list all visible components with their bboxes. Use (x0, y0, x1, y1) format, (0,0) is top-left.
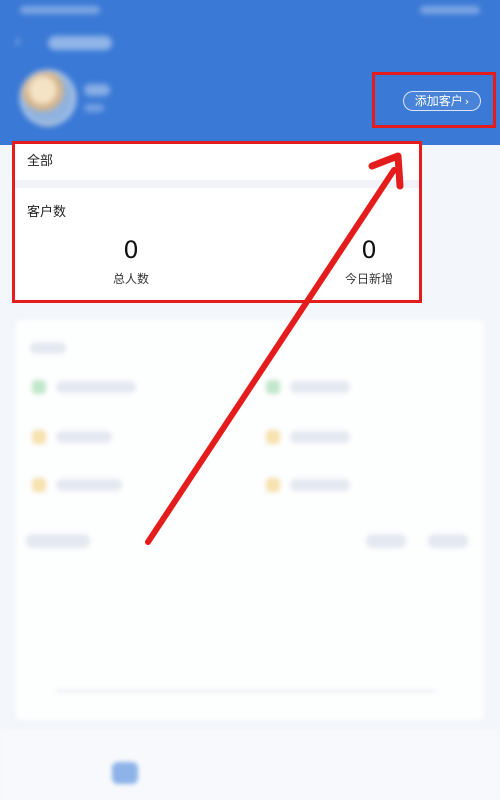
blurred-item (56, 431, 112, 443)
blurred-filter (366, 534, 406, 548)
screen: ‹ 添加客户 › 全部 客户数 0 总人数 0 今日新增 (0, 0, 500, 800)
blurred-icon (32, 380, 46, 394)
add-customer-button[interactable]: 添加客户 › (403, 91, 481, 111)
stat-today-value: 0 (361, 236, 377, 264)
status-right (420, 6, 480, 14)
blurred-item (290, 431, 350, 443)
avatar[interactable] (20, 70, 76, 126)
blurred-item (56, 479, 122, 491)
stat-total: 0 总人数 (91, 236, 171, 287)
nav-home-icon[interactable] (112, 762, 138, 784)
bottom-nav (0, 730, 500, 800)
blurred-filter (428, 534, 468, 548)
stat-today-label: 今日新增 (344, 272, 393, 286)
blurred-heading (30, 342, 66, 354)
blurred-icon (266, 380, 280, 394)
blurred-icon (32, 430, 46, 444)
customer-count-title: 客户数 (27, 205, 67, 220)
page-title (48, 36, 112, 50)
blurred-item (290, 381, 350, 393)
blurred-section-title (26, 534, 90, 548)
blurred-item (56, 381, 136, 393)
stat-total-value: 0 (123, 236, 139, 264)
blurred-icon (266, 430, 280, 444)
tab-all[interactable]: 全部 (27, 150, 53, 169)
blurred-axis (56, 690, 436, 692)
blurred-icon (266, 478, 280, 492)
back-arrow-icon[interactable]: ‹ (14, 33, 30, 51)
stat-today: 0 今日新增 (329, 236, 409, 287)
status-left (20, 6, 100, 14)
customer-summary-card: 全部 客户数 0 总人数 0 今日新增 (12, 141, 422, 303)
add-customer-label: 添加客户 (414, 94, 463, 108)
divider (15, 180, 419, 188)
user-subtitle (84, 104, 104, 112)
blurred-icon (32, 478, 46, 492)
blurred-item (290, 479, 350, 491)
blurred-content (16, 320, 484, 720)
status-bar (20, 6, 480, 16)
user-name (84, 84, 110, 96)
stat-total-label: 总人数 (112, 272, 149, 286)
chevron-right-icon: › (464, 95, 470, 108)
